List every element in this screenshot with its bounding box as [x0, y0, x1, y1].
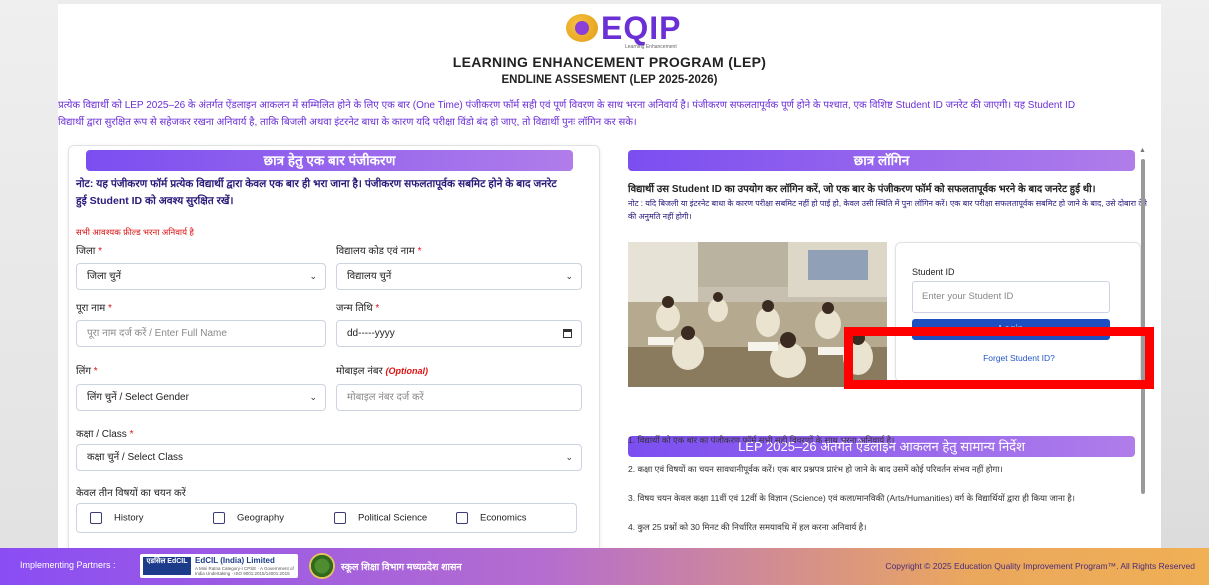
school-label: विद्यालय कोड एवं नाम * — [336, 243, 421, 257]
logo-subtext: Learning Enhancement — [625, 44, 677, 50]
eqip-logo: EQIP Learning Enhancement — [566, 10, 686, 50]
required-star: * — [93, 366, 98, 377]
subject-economics[interactable]: Economics — [456, 512, 526, 524]
login-heading: छात्र लॉगिन — [628, 150, 1135, 171]
page-subtitle: ENDLINE ASSESMENT (LEP 2025-2026) — [501, 74, 718, 86]
checkbox-icon[interactable] — [456, 512, 468, 524]
registration-heading: छात्र हेतु एक बार पंजीकरण — [86, 150, 573, 171]
checkbox-icon[interactable] — [334, 512, 346, 524]
subject-label: History — [114, 512, 144, 524]
login-note-small: नोट : यदि बिजली या इंटरनेट बाधा के कारण … — [628, 199, 1147, 221]
class-select-value: कक्षा चुनें / Select Class — [87, 452, 184, 463]
footer: Implementing Partners : एडसिल EdCIL EdCI… — [0, 548, 1209, 585]
class-label-text: कक्षा / Class — [76, 429, 127, 440]
instruction-item: 3. विषय चयन केवल कक्षा 11वीं एवं 12वीं क… — [628, 493, 1076, 503]
district-select[interactable]: जिला चुनें ⌄ — [76, 263, 326, 290]
name-label-text: पूरा नाम — [76, 303, 106, 314]
required-star: * — [375, 303, 380, 314]
gender-label-text: लिंग — [76, 366, 91, 377]
intro-line-1: प्रत्येक विद्यार्थी को LEP 2025–26 के अं… — [58, 100, 1076, 111]
dob-value: dd-----yyyy — [347, 328, 395, 339]
district-label: जिला * — [76, 243, 102, 257]
login-note: विद्यार्थी उस Student ID का उपयोग कर लॉग… — [628, 184, 1096, 195]
eqip-logo-icon — [566, 14, 598, 42]
required-star: * — [129, 429, 134, 440]
mp-government-seal-icon — [309, 553, 335, 579]
full-name-input[interactable]: पूरा नाम दर्ज करें / Enter Full Name — [76, 320, 326, 347]
subject-geography[interactable]: Geography — [213, 512, 284, 524]
intro-text: प्रत्येक विद्यार्थी को LEP 2025–26 के अं… — [58, 97, 1161, 131]
student-id-input[interactable]: Enter your Student ID — [912, 281, 1110, 313]
class-select[interactable]: कक्षा चुनें / Select Class ⌄ — [76, 444, 582, 471]
chevron-down-icon: ⌄ — [309, 392, 317, 402]
full-name-placeholder: पूरा नाम दर्ज करें / Enter Full Name — [87, 328, 227, 339]
instruction-item: 2. कक्षा एवं विषयों का चयन सावधानीपूर्वक… — [628, 464, 1003, 474]
dob-input[interactable]: dd-----yyyy — [336, 320, 582, 347]
instruction-item: 1. विद्यार्थी को एक बार का पंजीकरण फॉर्म… — [628, 435, 895, 445]
chevron-down-icon: ⌄ — [565, 271, 573, 281]
required-star: * — [108, 303, 112, 314]
copyright-text: Copyright © 2025 Education Quality Impro… — [885, 561, 1195, 571]
edcil-logo: एडसिल EdCIL EdCIL (India) Limited A Mini… — [140, 554, 298, 578]
school-select-value: विद्यालय चुनें — [347, 271, 392, 282]
mobile-placeholder: मोबाइल नंबर दर्ज करें — [347, 392, 424, 403]
subject-label: Geography — [237, 512, 285, 524]
instruction-item: 4. कुल 25 प्रश्नों को 30 मिनट की निर्धार… — [628, 522, 867, 532]
subject-label: Political Science — [358, 512, 428, 524]
page-title: LEARNING ENHANCEMENT PROGRAM (LEP) — [452, 54, 767, 70]
district-label-text: जिला — [76, 246, 96, 257]
name-label: पूरा नाम * — [76, 300, 112, 314]
dob-label: जन्म तिथि * — [336, 300, 379, 314]
edcil-badge: एडसिल EdCIL — [143, 557, 191, 575]
school-select[interactable]: विद्यालय चुनें ⌄ — [336, 263, 582, 290]
scroll-up-icon[interactable]: ▲ — [1139, 147, 1146, 154]
calendar-icon[interactable] — [563, 329, 572, 338]
district-select-value: जिला चुनें — [87, 271, 122, 282]
logo-text: EQIP — [601, 10, 682, 46]
left-background-panel — [0, 0, 58, 548]
checkbox-icon[interactable] — [213, 512, 225, 524]
intro-line-2: विद्यार्थी द्वारा सुरक्षित रूप से सहेजकर… — [58, 117, 637, 128]
partners-label: Implementing Partners : — [20, 560, 116, 570]
subject-label: Economics — [480, 512, 527, 524]
dob-label-text: जन्म तिथि — [336, 303, 373, 314]
student-id-label: Student ID — [912, 267, 955, 277]
subjects-label: केवल तीन विषयों का चयन करें — [76, 488, 186, 499]
school-label-text: विद्यालय कोड एवं नाम — [336, 246, 415, 257]
mp-department-name: स्कूल शिक्षा विभाग मध्यप्रदेश शासन — [341, 562, 462, 573]
mobile-label-text: मोबाइल नंबर — [336, 366, 383, 377]
mobile-label: मोबाइल नंबर (Optional) — [336, 363, 428, 377]
subject-history[interactable]: History — [90, 512, 144, 524]
chevron-down-icon: ⌄ — [565, 452, 573, 462]
required-fields-note: सभी आवश्यक फ़ील्ड भरना अनिवार्य है — [76, 227, 194, 237]
checkbox-icon[interactable] — [90, 512, 102, 524]
right-background-panel — [1161, 0, 1209, 548]
gender-label: लिंग * — [76, 363, 98, 377]
highlight-box — [844, 327, 1154, 389]
main-page: EQIP Learning Enhancement LEARNING ENHAN… — [58, 4, 1161, 548]
subject-checkbox-group: History Geography Political Science Econ… — [76, 503, 577, 533]
registration-note: नोट: यह पंजीकरण फॉर्म प्रत्येक विद्यार्थ… — [76, 178, 557, 207]
mobile-input[interactable]: मोबाइल नंबर दर्ज करें — [336, 384, 582, 411]
subject-political-science[interactable]: Political Science — [334, 512, 427, 524]
edcil-name: EdCIL (India) Limited — [195, 556, 275, 565]
edcil-subtext: A Mini Ratna Category-I CPSE · A Governm… — [195, 566, 294, 576]
required-star: * — [417, 246, 422, 257]
gender-select[interactable]: लिंग चुनें / Select Gender ⌄ — [76, 384, 326, 411]
optional-tag: (Optional) — [385, 366, 428, 376]
required-star: * — [98, 246, 103, 257]
gender-select-value: लिंग चुनें / Select Gender — [87, 392, 189, 403]
chevron-down-icon: ⌄ — [309, 271, 317, 281]
class-label: कक्षा / Class * — [76, 426, 133, 440]
